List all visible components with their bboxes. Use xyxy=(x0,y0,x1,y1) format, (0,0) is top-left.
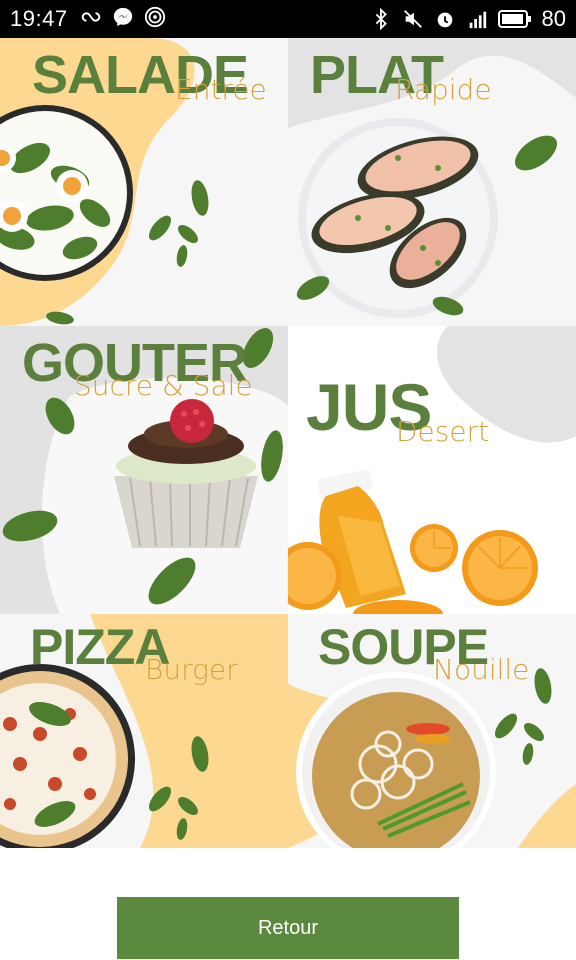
hotspot-icon xyxy=(144,6,166,28)
menu-grid: SALADE Entrée PLAT Rapide GOUTER Sucre &… xyxy=(0,38,576,848)
battery-level: 80 xyxy=(541,6,566,31)
alarm-icon xyxy=(437,12,452,28)
tile-subtitle: Entrée xyxy=(175,73,267,106)
battery-icon xyxy=(497,10,531,28)
status-left-icons xyxy=(80,6,166,28)
menu-tile-soupe[interactable]: SOUPE Nouille xyxy=(288,614,576,848)
status-bar: 19:47 80 xyxy=(0,0,576,38)
link-icon xyxy=(81,12,101,22)
menu-tile-salade[interactable]: SALADE Entrée xyxy=(0,38,288,326)
messenger-icon xyxy=(113,7,133,27)
bluetooth-icon xyxy=(375,8,387,30)
tile-subtitle: Desert xyxy=(396,415,490,448)
tile-subtitle: Sucre & Sale xyxy=(74,369,253,402)
mute-icon xyxy=(403,10,422,28)
signal-4g-icon xyxy=(469,11,486,29)
menu-tile-jus[interactable]: JUS Desert xyxy=(288,326,576,614)
tile-subtitle: Nouille xyxy=(433,653,530,686)
tile-subtitle: Burger xyxy=(145,653,238,686)
tile-subtitle: Rapide xyxy=(395,73,492,106)
status-right-icons: 80 xyxy=(370,6,566,32)
menu-tile-plat[interactable]: PLAT Rapide xyxy=(288,38,576,326)
menu-tile-pizza[interactable]: PIZZA Burger xyxy=(0,614,288,848)
status-time: 19:47 xyxy=(10,6,68,31)
back-button[interactable]: Retour xyxy=(117,897,459,959)
menu-tile-gouter[interactable]: GOUTER Sucre & Sale xyxy=(0,326,288,614)
